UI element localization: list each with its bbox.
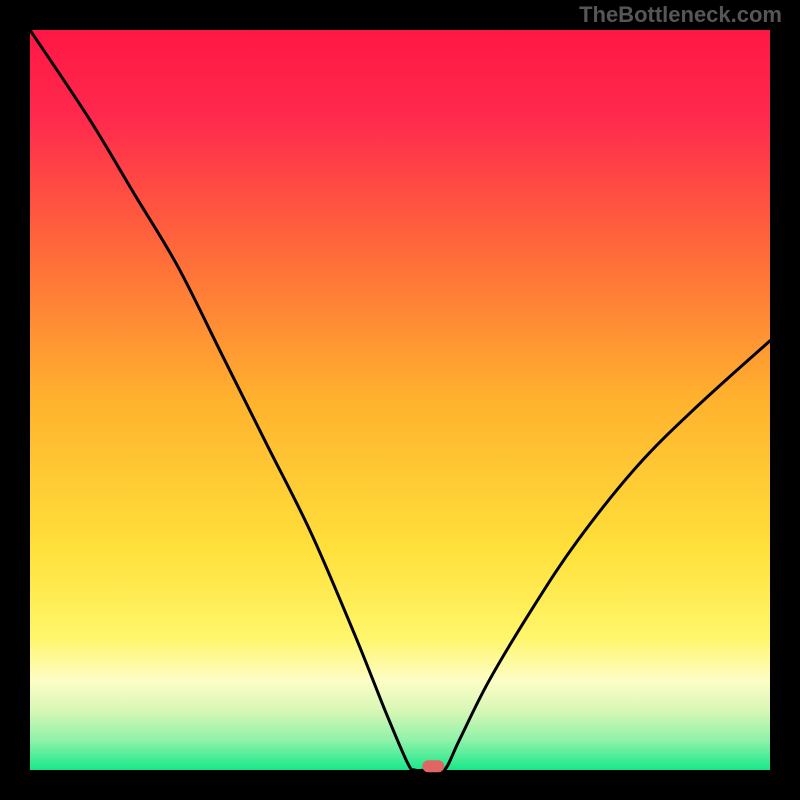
bottleneck-chart xyxy=(0,0,800,800)
chart-container: TheBottleneck.com xyxy=(0,0,800,800)
optimal-point-marker xyxy=(422,760,444,772)
plot-background xyxy=(30,30,770,770)
